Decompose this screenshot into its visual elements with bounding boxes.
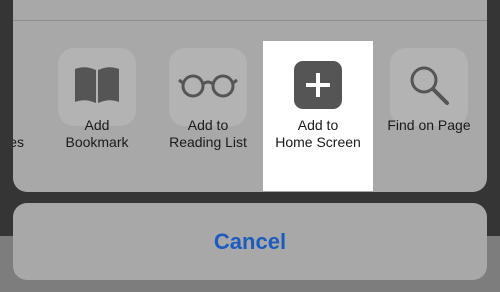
- add-to-reading-list-label: Add to Reading List: [169, 117, 247, 150]
- share-sheet: es Add Bookmark Add to Reading List Add …: [13, 0, 487, 192]
- find-on-page-action[interactable]: Find on Page: [374, 41, 484, 191]
- add-to-reading-list-action[interactable]: Add to Reading List: [153, 41, 263, 191]
- find-tile: [390, 48, 468, 126]
- find-on-page-label: Find on Page: [387, 117, 471, 133]
- action-partial-label: es: [13, 134, 24, 150]
- add-bookmark-action[interactable]: Add Bookmark: [42, 41, 152, 191]
- search-icon: [407, 63, 451, 112]
- reading-list-tile: [169, 48, 247, 126]
- add-bookmark-label: Add Bookmark: [65, 117, 129, 150]
- add-to-home-screen-action[interactable]: Add to Home Screen: [263, 41, 373, 191]
- glasses-icon: [178, 71, 238, 104]
- home-screen-tile: [279, 48, 357, 126]
- action-partial[interactable]: es: [13, 41, 28, 191]
- plus-square-icon: [294, 60, 342, 114]
- add-to-home-screen-label: Add to Home Screen: [275, 117, 361, 150]
- divider: [13, 20, 487, 21]
- bookmark-tile: [58, 48, 136, 126]
- book-icon: [72, 65, 122, 110]
- cancel-button[interactable]: Cancel: [13, 203, 487, 280]
